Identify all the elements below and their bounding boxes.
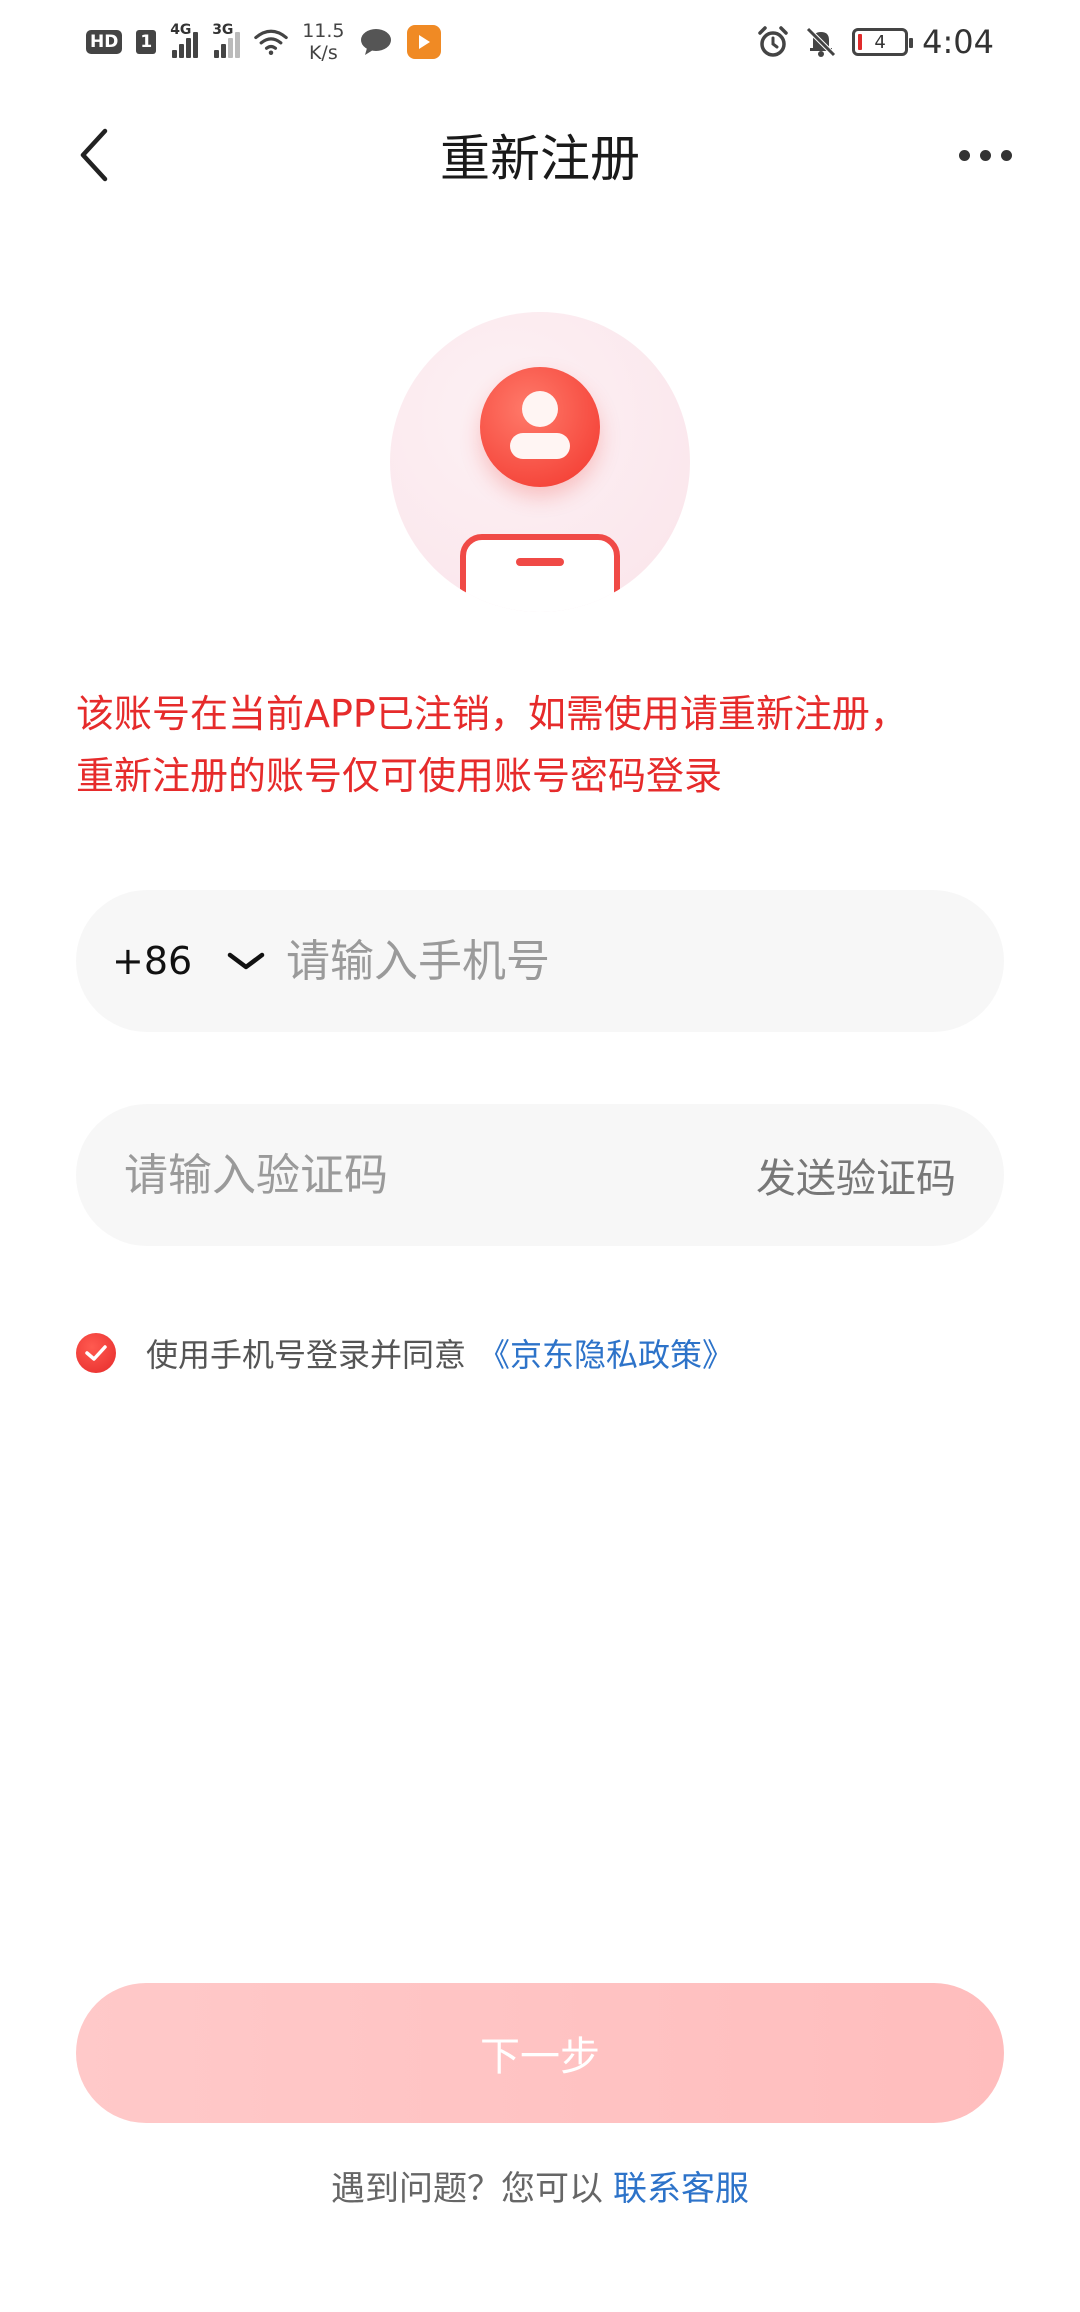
status-bar-left: HD 1 4G 3G 11.5 K/s: [86, 18, 441, 66]
status-time: 4:04: [922, 23, 994, 61]
sim-badge: 1: [136, 30, 157, 54]
agreement-checkbox[interactable]: [76, 1333, 116, 1373]
agreement-row: 使用手机号登录并同意 《京东隐私政策》: [76, 1327, 734, 1379]
help-row: 遇到问题？您可以 联系客服: [0, 2155, 1080, 2215]
status-bar-right: 4 4:04: [756, 18, 994, 66]
nav-bar: 重新注册: [0, 100, 1080, 210]
alarm-icon: [756, 25, 790, 59]
warning-line-1: 该账号在当前APP已注销，如需使用请重新注册，: [76, 692, 908, 736]
next-step-button[interactable]: 下一步: [76, 1983, 1004, 2123]
phone-input[interactable]: [286, 890, 966, 1032]
send-code-button[interactable]: 发送验证码: [756, 1104, 956, 1246]
wifi-icon: [254, 25, 288, 59]
mute-icon: [804, 25, 838, 59]
account-illustration: [390, 312, 690, 612]
privacy-policy-link[interactable]: 《京东隐私政策》: [478, 1330, 734, 1376]
network-type-2: 3G: [212, 22, 234, 38]
more-button[interactable]: [940, 120, 1030, 190]
back-chevron-icon: [80, 128, 108, 182]
battery-icon: 4: [852, 28, 914, 56]
chevron-down-icon[interactable]: [221, 890, 271, 1032]
signal-4g-icon: 4G: [170, 22, 199, 58]
help-text: 遇到问题？您可以: [331, 2168, 603, 2209]
page-title: 重新注册: [440, 130, 640, 188]
phone-field: +86: [76, 890, 1004, 1032]
verification-code-field: 发送验证码: [76, 1104, 1004, 1246]
hd-badge: HD: [86, 30, 123, 54]
deregistered-warning: 该账号在当前APP已注销，如需使用请重新注册， 重新注册的账号仅可使用账号密码登…: [76, 683, 1006, 807]
network-speed-unit: K/s: [308, 42, 338, 64]
network-speed-value: 11.5: [302, 20, 345, 42]
warning-line-2: 重新注册的账号仅可使用账号密码登录: [76, 754, 723, 798]
signal-3g-icon: 3G: [212, 22, 241, 58]
country-code-selector[interactable]: +86: [112, 890, 192, 1032]
contact-service-link[interactable]: 联系客服: [613, 2161, 749, 2210]
network-speed: 11.5 K/s: [302, 20, 344, 64]
back-button[interactable]: [60, 120, 130, 190]
user-avatar-icon: [480, 367, 600, 487]
network-type-1: 4G: [170, 22, 192, 38]
checkmark-icon: [85, 1345, 107, 1361]
phone-icon: [460, 534, 620, 612]
verification-code-input[interactable]: [124, 1104, 684, 1246]
app-notify-icon: [406, 25, 441, 59]
status-bar: HD 1 4G 3G 11.5 K/s 4 4:04: [0, 0, 1080, 84]
agreement-text: 使用手机号登录并同意: [146, 1336, 467, 1374]
more-dots-icon: [958, 149, 970, 161]
wechat-icon: [359, 25, 393, 59]
battery-level: 4: [874, 31, 886, 53]
